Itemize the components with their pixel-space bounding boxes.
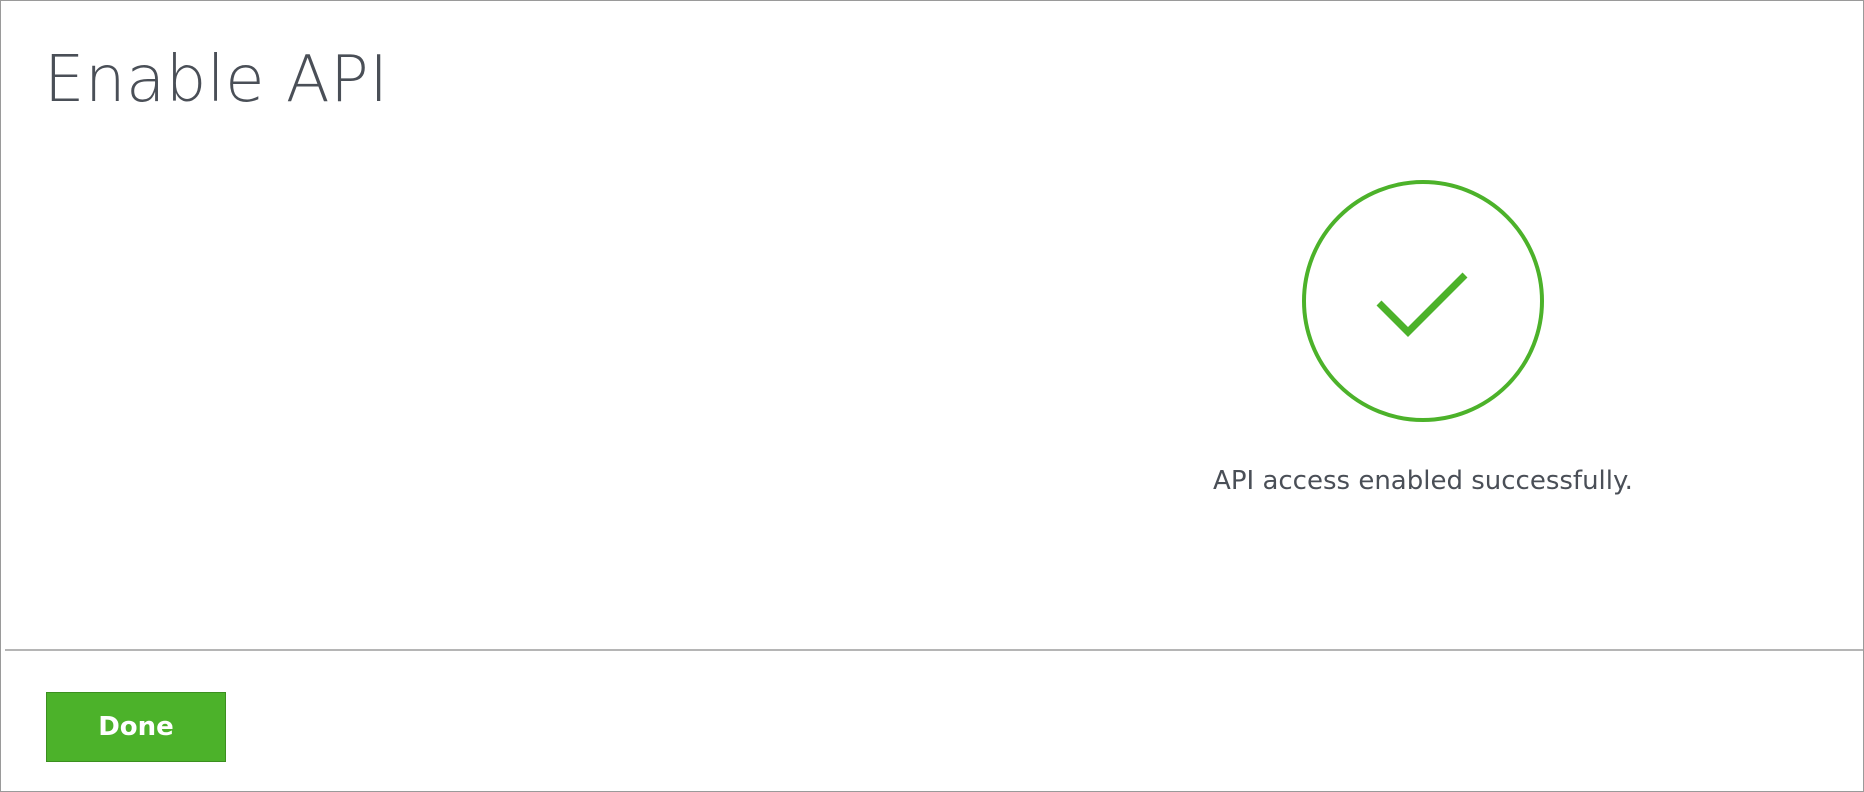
check-circle-icon <box>1302 180 1544 422</box>
footer-divider <box>5 649 1863 651</box>
done-button[interactable]: Done <box>46 692 226 762</box>
success-panel: API access enabled successfully. <box>1181 179 1665 497</box>
success-message: API access enabled successfully. <box>1213 466 1633 496</box>
dialog-title: Enable API <box>44 43 389 117</box>
enable-api-dialog: Enable API API access enabled successful… <box>0 0 1864 792</box>
